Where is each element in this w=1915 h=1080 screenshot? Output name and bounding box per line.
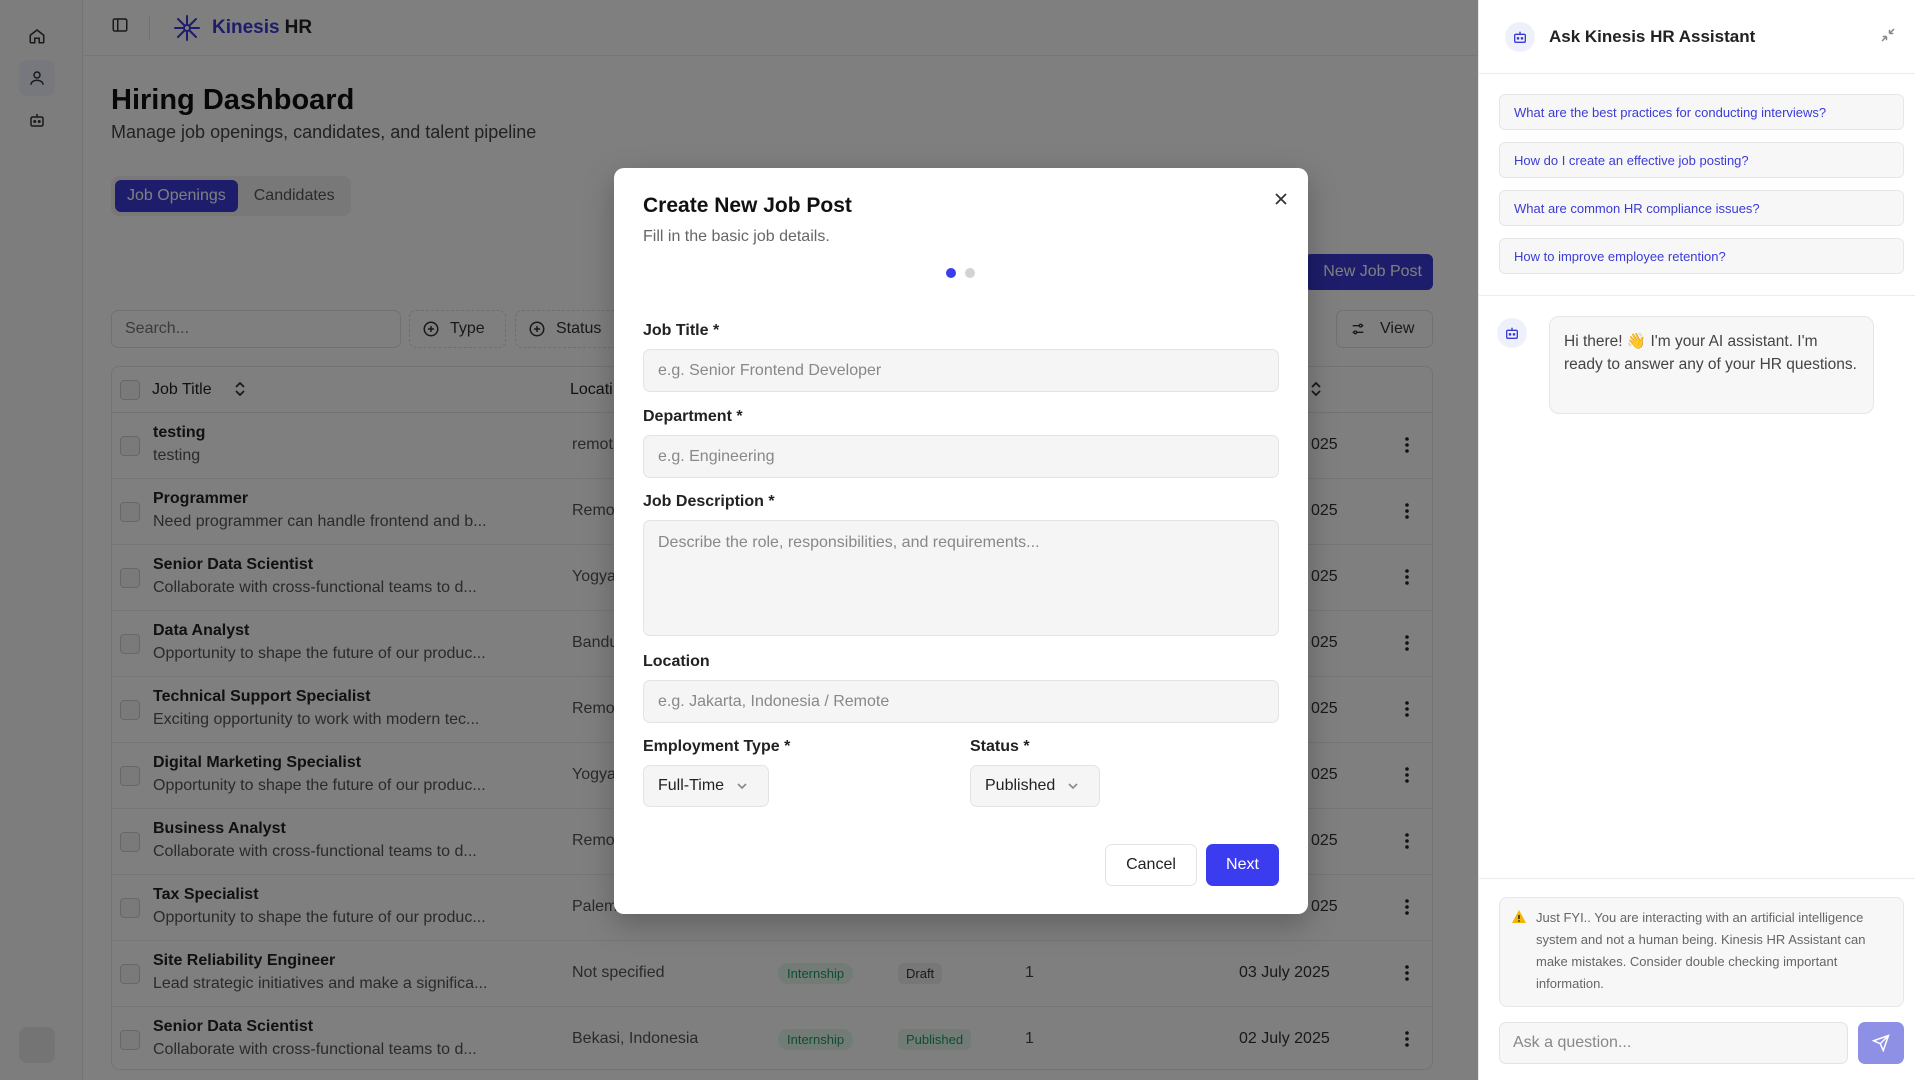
modal-description: Fill in the basic job details. xyxy=(643,228,830,245)
suggestion-button[interactable]: How to improve employee retention? xyxy=(1499,238,1904,274)
assistant-message-bot-icon xyxy=(1497,318,1527,348)
assistant-header: Ask Kinesis HR Assistant xyxy=(1479,0,1915,74)
employment-type-label: Employment Type * xyxy=(643,738,791,755)
job-title-input[interactable]: e.g. Senior Frontend Developer xyxy=(643,349,1279,392)
location-input[interactable]: e.g. Jakarta, Indonesia / Remote xyxy=(643,680,1279,723)
chevron-down-icon xyxy=(737,783,747,790)
employment-type-value: Full-Time xyxy=(658,777,725,794)
status-select[interactable]: Published xyxy=(970,765,1100,807)
assistant-message: Hi there! 👋 I'm your AI assistant. I'm r… xyxy=(1549,316,1874,414)
modal-title: Create New Job Post xyxy=(643,194,852,217)
employment-type-select[interactable]: Full-Time xyxy=(643,765,769,807)
department-label: Department * xyxy=(643,408,743,425)
location-label: Location xyxy=(643,653,710,670)
assistant-bot-icon xyxy=(1505,21,1535,52)
step-indicator xyxy=(965,268,975,278)
disclaimer-box: Just FYI.. You are interacting with an a… xyxy=(1499,897,1904,1007)
divider xyxy=(1479,295,1915,296)
ask-question-input[interactable]: Ask a question... xyxy=(1499,1022,1848,1064)
status-label: Status * xyxy=(970,738,1030,755)
department-input[interactable]: e.g. Engineering xyxy=(643,435,1279,478)
chevron-down-icon xyxy=(1068,783,1078,790)
suggestion-button[interactable]: What are the best practices for conducti… xyxy=(1499,94,1904,130)
cancel-button[interactable]: Cancel xyxy=(1105,844,1197,886)
next-button[interactable]: Next xyxy=(1206,844,1279,886)
suggestion-button[interactable]: What are common HR compliance issues? xyxy=(1499,190,1904,226)
suggestion-button[interactable]: How do I create an effective job posting… xyxy=(1499,142,1904,178)
divider xyxy=(1479,878,1915,879)
warning-icon xyxy=(1511,909,1527,931)
status-value: Published xyxy=(985,777,1056,794)
job-description-textarea[interactable]: Describe the role, responsibilities, and… xyxy=(643,520,1279,636)
collapse-icon[interactable] xyxy=(1879,26,1897,49)
send-icon xyxy=(1872,1034,1890,1052)
job-title-label: Job Title * xyxy=(643,322,720,339)
send-button[interactable] xyxy=(1858,1022,1904,1064)
step-indicator-active xyxy=(946,268,956,278)
job-description-label: Job Description * xyxy=(643,493,775,510)
create-job-modal: Create New Job Post Fill in the basic jo… xyxy=(614,168,1308,914)
close-icon[interactable] xyxy=(1270,188,1292,210)
assistant-panel: Ask Kinesis HR Assistant What are the be… xyxy=(1478,0,1915,1080)
disclaimer-text: Just FYI.. You are interacting with an a… xyxy=(1536,910,1866,991)
assistant-title: Ask Kinesis HR Assistant xyxy=(1549,26,1756,46)
